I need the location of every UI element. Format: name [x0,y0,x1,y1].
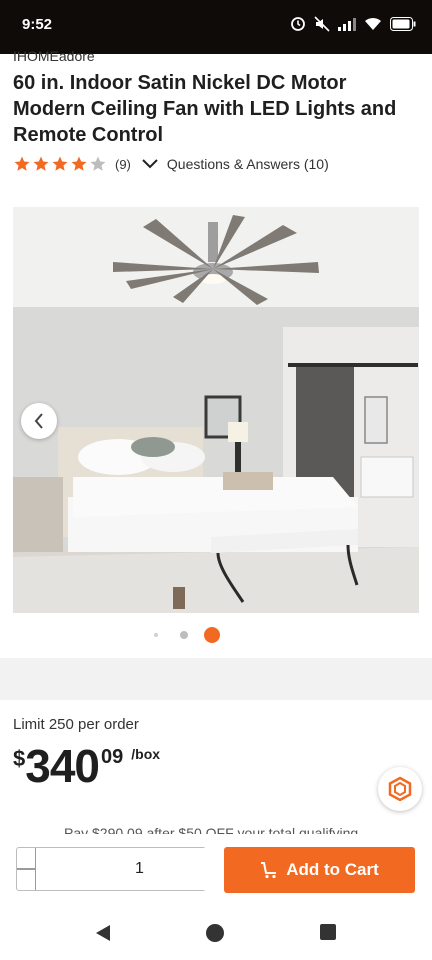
mute-icon [314,16,330,32]
home-icon[interactable] [206,924,224,942]
price-dollars: 340 [25,740,100,792]
price: $ 340 09 /box [13,742,160,790]
price-cents: 09 [101,746,124,768]
recents-icon[interactable] [320,924,336,940]
product-title: 60 in. Indoor Satin Nickel DC Motor Mode… [13,72,397,146]
quantity-stepper [16,847,262,891]
star-icon [52,156,68,171]
signal-icon [338,18,356,31]
status-time: 9:52 [22,16,53,33]
rating-row: (9) Questions & Answers (10) [13,155,329,173]
chevron-left-icon [34,413,43,429]
product-image[interactable] [13,207,419,613]
system-nav-bar [0,906,432,960]
quantity-input[interactable] [35,848,244,890]
star-icon [33,156,49,171]
review-count[interactable]: (9) [115,157,131,172]
order-limit: Limit 250 per order [13,716,139,733]
add-to-cart-button[interactable]: Add to Cart [224,847,415,893]
brand-name[interactable]: IHOMEadore [13,48,95,64]
decrease-quantity-button[interactable] [17,848,35,890]
alarm-icon [291,17,305,31]
star-icon [71,156,87,171]
rewards-badge-button[interactable] [378,767,422,811]
star-icon [90,156,106,171]
promo-text: Pay $290.09 after $50 OFF your total qua… [64,826,359,834]
carousel-dots [0,627,432,643]
back-icon[interactable] [94,924,112,942]
section-divider [0,658,432,700]
star-rating[interactable] [13,155,107,173]
status-icons [290,16,416,32]
price-unit: /box [131,746,161,762]
carousel-prev-button[interactable] [21,403,57,439]
cart-icon [261,862,277,879]
wifi-icon [365,17,381,30]
status-bar: 9:52 [0,0,432,54]
add-to-cart-label: Add to Cart [286,860,379,879]
bedroom-ceiling-fan-photo [13,207,419,613]
minus-icon [17,868,35,870]
star-icon [14,156,30,171]
chevron-down-icon[interactable] [141,158,159,170]
carousel-dot[interactable] [154,633,158,637]
carousel-dot[interactable] [180,631,188,639]
price-currency: $ [13,746,26,771]
battery-icon [390,17,416,31]
hexagon-icon [388,776,412,802]
carousel-dot[interactable] [204,627,220,643]
questions-answers-link[interactable]: Questions & Answers (10) [167,156,329,172]
